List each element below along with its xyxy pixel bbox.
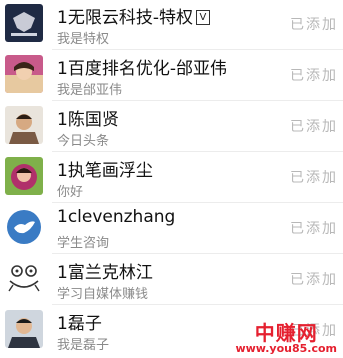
contact-subtitle: 我是磊子	[57, 338, 110, 353]
row-divider	[52, 253, 343, 254]
added-status: 已添加	[290, 221, 338, 237]
added-status: 已添加	[290, 68, 338, 84]
contact-name: 1百度排名优化-邰亚伟	[57, 59, 227, 79]
company-logo-avatar	[5, 4, 43, 42]
contact-name: 1富兰克林江	[57, 263, 153, 283]
contact-name: 1clevenzhang	[57, 207, 176, 227]
contact-row[interactable]: 1富兰克林江 学习自媒体赚钱 已添加	[0, 255, 343, 305]
contact-name: 1无限云科技-特权 V	[57, 3, 210, 28]
site-watermark: 中赚网 www.you85.com	[235, 323, 337, 354]
cartoon-frog-avatar	[5, 259, 43, 297]
contact-row[interactable]: 1无限云科技-特权 V 我是特权 已添加	[0, 0, 343, 50]
added-status: 已添加	[290, 170, 338, 186]
contact-subtitle: 学习自媒体赚钱	[57, 287, 149, 302]
row-divider	[52, 100, 343, 101]
watermark-url: www.you85.com	[235, 342, 337, 355]
contact-subtitle: 我是邰亚伟	[57, 83, 123, 98]
contact-subtitle: 我是特权	[57, 32, 110, 47]
contact-subtitle: 学生咨询	[57, 236, 110, 251]
contact-row[interactable]: 1百度排名优化-邰亚伟 我是邰亚伟 已添加	[0, 51, 343, 101]
row-divider	[52, 304, 343, 305]
contact-row[interactable]: 1陈国贤 今日头条 已添加	[0, 102, 343, 152]
row-divider	[52, 202, 343, 203]
row-divider	[52, 49, 343, 50]
added-status: 已添加	[290, 17, 338, 33]
contact-name: 1磊子	[57, 314, 102, 334]
contact-row[interactable]: 1执笔画浮尘 你好 已添加	[0, 153, 343, 203]
contact-name: 1陈国贤	[57, 110, 119, 130]
added-status: 已添加	[290, 119, 338, 135]
row-divider	[52, 151, 343, 152]
watermark-title: 中赚网	[254, 321, 318, 345]
verified-badge-icon: V	[195, 10, 210, 25]
bird-logo-avatar	[5, 208, 43, 246]
portrait-avatar	[5, 310, 43, 348]
portrait-avatar	[5, 157, 43, 195]
portrait-avatar	[5, 106, 43, 144]
contact-subtitle: 你好	[57, 185, 84, 200]
contact-subtitle: 今日头条	[57, 134, 110, 149]
contact-name: 1执笔画浮尘	[57, 161, 153, 181]
portrait-avatar	[5, 55, 43, 93]
contact-row[interactable]: 1clevenzhang 学生咨询 已添加	[0, 204, 343, 254]
added-status: 已添加	[290, 272, 338, 288]
